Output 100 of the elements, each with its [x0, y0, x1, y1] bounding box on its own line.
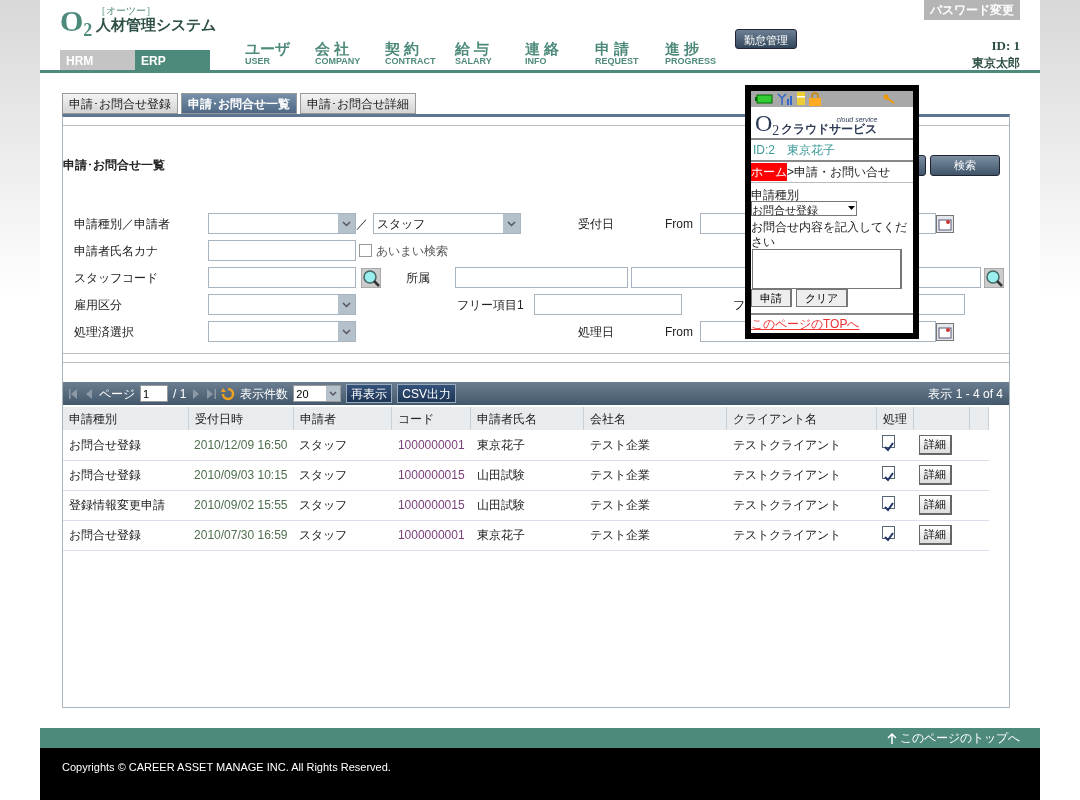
- select-field[interactable]: [208, 321, 356, 342]
- column-header: クライアント名: [726, 407, 877, 430]
- table-cell: テスト企業: [583, 490, 727, 520]
- checkbox[interactable]: [882, 435, 896, 449]
- field-label: フリー項目1: [457, 296, 525, 314]
- field-label: 雇用区分: [74, 296, 123, 314]
- key-icon: [883, 93, 895, 104]
- table-cell: お問合せ登録: [63, 430, 189, 460]
- calendar-icon[interactable]: [936, 322, 954, 341]
- lock-icon: [809, 91, 821, 106]
- column-header: コード: [391, 407, 471, 430]
- column-header: 申請種別: [63, 407, 189, 430]
- tab[interactable]: 申請･お問合せ登録: [62, 93, 178, 114]
- last-page-icon[interactable]: [206, 387, 217, 400]
- input-field[interactable]: [208, 240, 356, 261]
- field-label: フ: [733, 296, 745, 314]
- page-summary: 表示 1 - 4 of 4: [928, 385, 1003, 403]
- refresh-icon[interactable]: [221, 386, 236, 401]
- input-field[interactable]: [534, 294, 682, 315]
- form-button[interactable]: クリア: [796, 289, 848, 307]
- nav-item[interactable]: 連 絡 INFO: [525, 40, 595, 70]
- checkbox[interactable]: [882, 465, 896, 479]
- page-total: / 1: [173, 385, 187, 403]
- table-cell: スタッフ: [293, 520, 392, 550]
- page-top-link[interactable]: このページのトップへ: [900, 729, 1020, 747]
- table-cell: 山田試験: [470, 490, 584, 520]
- detail-button[interactable]: 詳細: [919, 495, 953, 515]
- logo-title: クラウドサービス: [781, 123, 878, 136]
- input-field[interactable]: [455, 267, 628, 288]
- user-name: 東京太郎: [972, 54, 1020, 72]
- logo-mark: O$_{2}$: [60, 6, 93, 36]
- table-cell: テストクライアント: [726, 520, 877, 550]
- nav-item[interactable]: ユーザ USER: [245, 40, 315, 70]
- table-cell: お問合せ登録: [63, 520, 189, 550]
- logo-mark: O$_{2}$: [755, 111, 780, 136]
- detail-button[interactable]: 詳細: [919, 525, 953, 545]
- column-header: 申請者: [293, 407, 392, 430]
- logo-title: 人材管理システム: [96, 16, 217, 34]
- table-cell: 2010/09/02 15:55: [188, 490, 294, 520]
- table-cell: 2010/09/03 10:15: [188, 460, 294, 490]
- attendance-button[interactable]: 勤怠管理: [735, 29, 797, 49]
- system-tab[interactable]: ERP: [135, 50, 210, 70]
- input-field[interactable]: [208, 267, 356, 288]
- checkbox[interactable]: [882, 525, 896, 539]
- detail-button[interactable]: 詳細: [919, 465, 953, 485]
- page-size-select[interactable]: 20: [293, 385, 342, 402]
- table-cell: 1000000001: [391, 520, 471, 550]
- detail-button[interactable]: 詳細: [919, 434, 953, 455]
- signal-icon: [777, 92, 793, 105]
- page-input[interactable]: 1: [140, 385, 168, 402]
- copyright-text: Copyrights © CAREER ASSET MANAGE INC. All Rights Reserved.: [62, 761, 391, 773]
- column-header: 会社名: [583, 407, 727, 430]
- nav-item[interactable]: 会 社 COMPANY: [315, 40, 385, 70]
- table-cell: 東京花子: [470, 430, 584, 460]
- search-icon[interactable]: [361, 267, 381, 288]
- search-button[interactable]: 検索: [930, 154, 1000, 176]
- column-header: 受付日時: [188, 407, 294, 430]
- select-field[interactable]: お問合せ登録: [751, 201, 857, 217]
- search-icon[interactable]: [984, 267, 1004, 288]
- form-button[interactable]: 申請: [751, 289, 792, 307]
- field-label: 申請種別／申請者: [74, 215, 171, 233]
- table-cell: テスト企業: [583, 520, 727, 550]
- checkbox[interactable]: あいまい検索: [359, 241, 479, 260]
- table-cell: テスト企業: [583, 460, 727, 490]
- calendar-icon[interactable]: [936, 214, 954, 233]
- checkbox[interactable]: [882, 495, 896, 509]
- nav-item[interactable]: 契 約 CONTRACT: [385, 40, 455, 70]
- nav-item[interactable]: 申 請 REQUEST: [595, 40, 665, 70]
- select-field[interactable]: [208, 294, 356, 315]
- select-field[interactable]: スタッフ: [373, 213, 521, 234]
- previous-page-icon[interactable]: [84, 387, 94, 400]
- table-cell: テストクライアント: [726, 490, 877, 520]
- table-cell: 2010/12/09 16:50: [188, 430, 294, 460]
- field-label: From: [665, 215, 694, 233]
- nav-item[interactable]: 給 与 SALARY: [455, 40, 525, 70]
- column-header: 申請者氏名: [470, 407, 584, 430]
- user-name: 東京花子: [787, 142, 835, 160]
- battery-icon: [755, 93, 773, 104]
- table-cell: 東京花子: [470, 520, 584, 550]
- table-cell: テスト企業: [583, 430, 727, 460]
- first-page-icon[interactable]: [69, 387, 79, 400]
- tab[interactable]: 申請･お問合せ一覧: [181, 93, 297, 114]
- table-cell: テストクライアント: [726, 430, 877, 460]
- toolbar-button[interactable]: CSV出力: [397, 384, 457, 403]
- user-id: ID: 1: [991, 38, 1020, 54]
- page-size-label: 表示件数: [240, 385, 289, 403]
- home-link[interactable]: ホーム: [751, 163, 787, 182]
- nav-item[interactable]: 進 捗 PROGRESS: [665, 40, 735, 70]
- table-cell: スタッフ: [293, 490, 392, 520]
- tab[interactable]: 申請･お問合せ詳細: [300, 93, 416, 114]
- field-label: From: [665, 323, 694, 341]
- field-label: ／: [356, 215, 369, 233]
- page-top-link[interactable]: このページのTOPへ: [751, 313, 913, 333]
- user-id: ID:2: [753, 142, 775, 160]
- table-cell: 1000000015: [391, 460, 471, 490]
- select-field[interactable]: [208, 213, 356, 234]
- field-label: 申請種別: [751, 189, 800, 202]
- toolbar-button[interactable]: 再表示: [346, 384, 393, 403]
- card-icon: [797, 92, 805, 106]
- field-label: 受付日: [578, 215, 615, 233]
